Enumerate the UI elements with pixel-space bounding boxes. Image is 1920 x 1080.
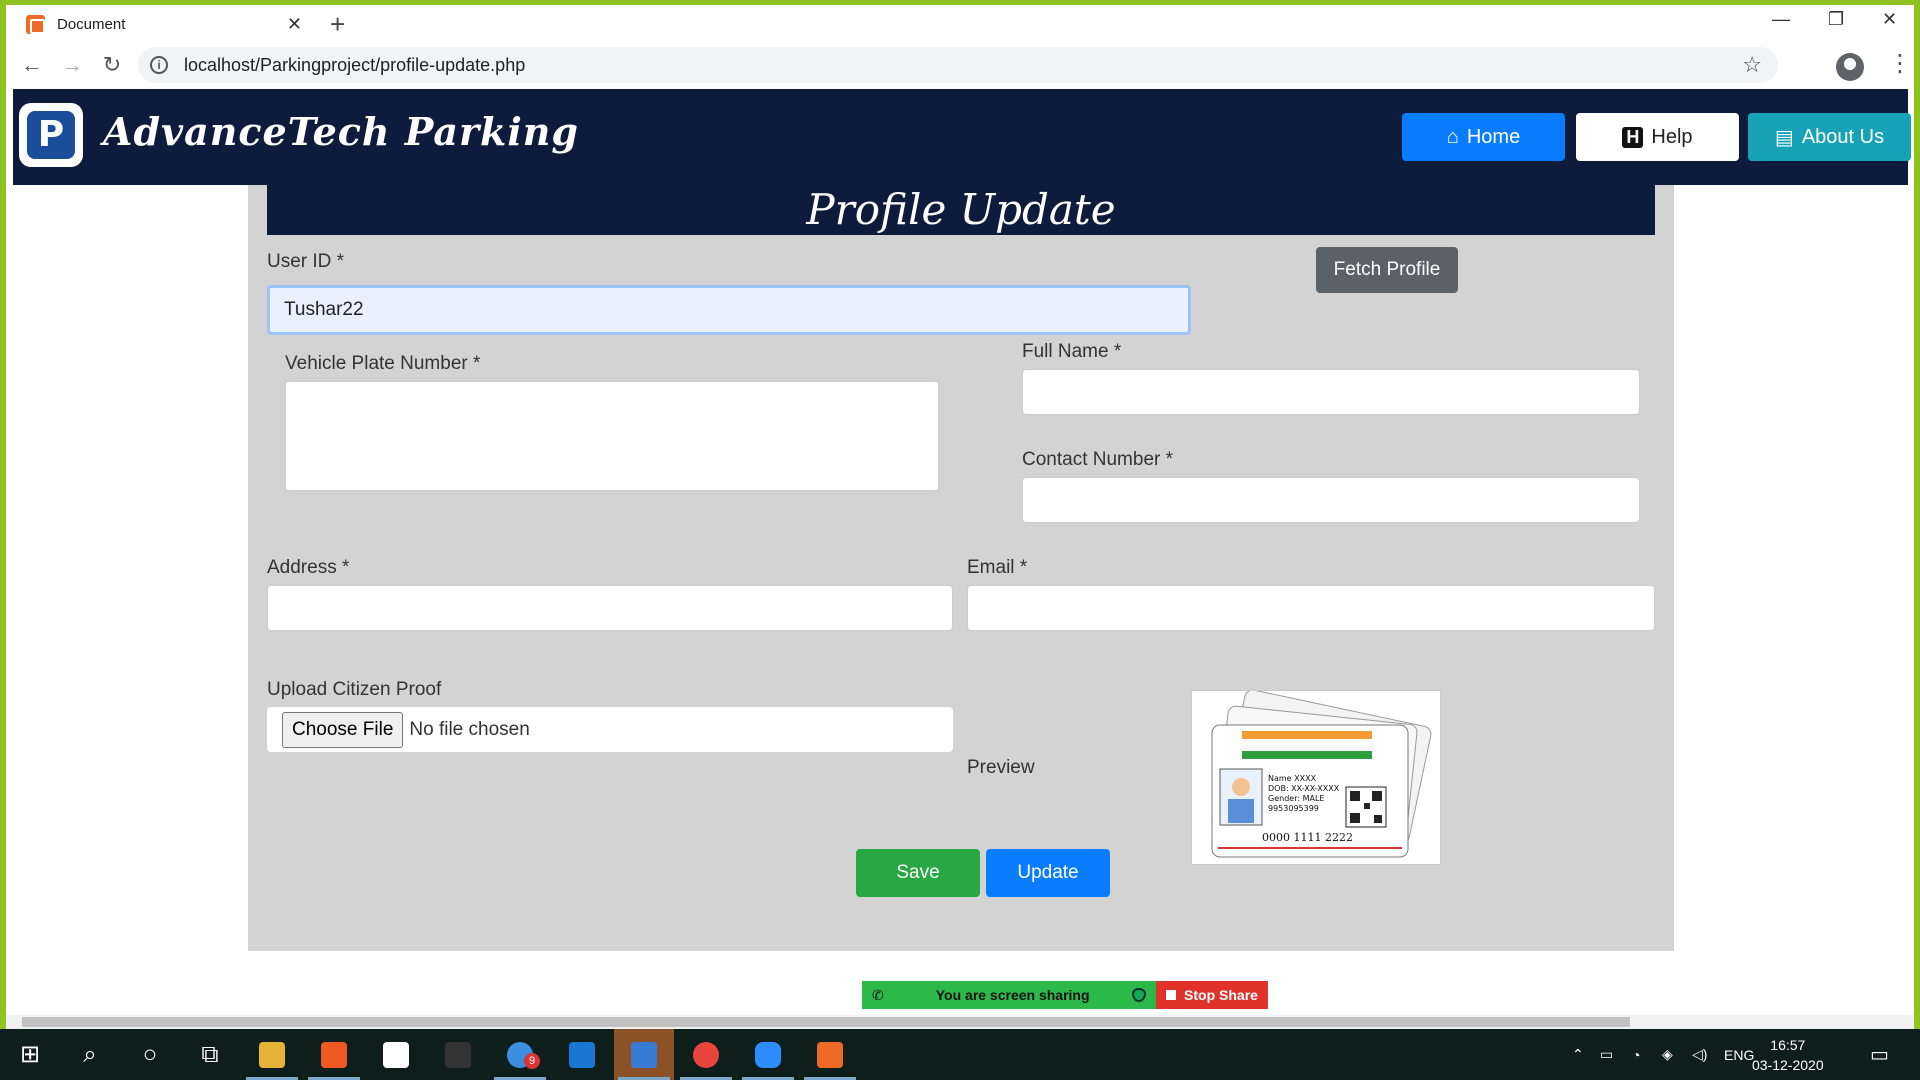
chrome-badge-icon[interactable]: 9 xyxy=(490,1029,550,1080)
card-gender: Gender: MALE xyxy=(1268,794,1324,803)
save-button[interactable]: Save xyxy=(856,849,980,897)
shield-icon xyxy=(1132,988,1146,1002)
forward-icon[interactable]: → xyxy=(52,52,92,78)
xampp-favicon-icon xyxy=(26,14,45,34)
browser-window: Document ✕ + — ❐ ✕ ← → ↻ i localhost/Par… xyxy=(6,5,1914,1029)
site-navbar: P AdvanceTech Parking ⌂ Home H Help ▤ Ab… xyxy=(13,89,1911,185)
full-name-input[interactable] xyxy=(1022,369,1640,415)
vehicle-plate-input[interactable] xyxy=(285,381,939,491)
home-button[interactable]: ⌂ Home xyxy=(1402,113,1565,161)
chrome-icon[interactable] xyxy=(676,1029,736,1080)
zoom-icon[interactable] xyxy=(738,1029,798,1080)
windows-start-icon[interactable]: ⊞ xyxy=(0,1029,60,1080)
email-label: Email * xyxy=(967,557,1028,578)
volume-icon[interactable]: ◁) xyxy=(1692,1029,1707,1080)
close-window-button[interactable]: ✕ xyxy=(1882,9,1897,30)
notification-badge: 9 xyxy=(524,1053,540,1069)
phone-icon: ✆ xyxy=(872,986,884,1003)
page-content: P AdvanceTech Parking ⌂ Home H Help ▤ Ab… xyxy=(6,89,1914,1019)
help-label: Help xyxy=(1651,125,1693,148)
stop-share-label: Stop Share xyxy=(1184,987,1258,1003)
tab-strip: Document ✕ + — ❐ ✕ xyxy=(6,5,1914,41)
file-upload-field[interactable]: Choose File No file chosen xyxy=(267,707,953,752)
clock-date: 03-12-2020 xyxy=(1752,1057,1824,1073)
profile-form: Profile Update User ID * Fetch Profile V… xyxy=(248,185,1674,951)
citizen-proof-preview-image: Name XXXX DOB: XX-XX-XXXX Gender: MALE 9… xyxy=(1191,690,1441,865)
about-label: About Us xyxy=(1801,125,1885,148)
reload-icon[interactable]: ↻ xyxy=(92,52,132,78)
url-text: localhost/Parkingproject/profile-update.… xyxy=(184,54,526,75)
tab-close-icon[interactable]: ✕ xyxy=(287,14,302,35)
vehicle-plate-label: Vehicle Plate Number * xyxy=(285,353,481,374)
windows-taskbar: ⊞ ⌕ ○ ⧉ 9 ⌃ ▭ ◔ ◈ ◁) ENG 16:57 03-12-202… xyxy=(0,1029,1920,1080)
dropbox-icon[interactable]: ◈ xyxy=(1662,1029,1673,1080)
language-indicator[interactable]: ENG xyxy=(1724,1029,1754,1080)
form-title: Profile Update xyxy=(267,185,1655,235)
tray-chevron-icon[interactable]: ⌃ xyxy=(1572,1029,1584,1080)
notepad-icon[interactable] xyxy=(552,1029,612,1080)
parking-logo: P xyxy=(19,103,83,167)
card-number: 0000 1111 2222 xyxy=(1262,831,1353,844)
clock-time: 16:57 xyxy=(1770,1037,1806,1053)
browser-tab[interactable]: Document ✕ xyxy=(14,7,314,41)
photos-icon[interactable] xyxy=(614,1029,674,1080)
wifi-icon[interactable]: ◔ xyxy=(1632,1029,1640,1080)
screen-share-message: ✆ You are screen sharing xyxy=(862,981,1156,1009)
notification-center-icon[interactable]: ▭ xyxy=(1870,1029,1889,1080)
bookmark-star-icon[interactable]: ☆ xyxy=(1742,52,1762,78)
user-id-input[interactable] xyxy=(267,285,1191,335)
upload-proof-label: Upload Citizen Proof xyxy=(267,679,442,700)
card-name: Name XXXX xyxy=(1268,774,1317,783)
contact-number-input[interactable] xyxy=(1022,477,1640,523)
preview-label: Preview xyxy=(967,757,1035,778)
horizontal-scrollbar[interactable] xyxy=(6,1015,1914,1029)
home-label: Home xyxy=(1466,125,1521,148)
id-card-icon: ▤ xyxy=(1774,126,1794,149)
back-icon[interactable]: ← xyxy=(12,52,52,78)
browser-toolbar: ← → ↻ i localhost/Parkingproject/profile… xyxy=(6,41,1914,89)
card-phone: 9953095399 xyxy=(1268,804,1319,813)
screen-share-bar: ✆ You are screen sharing Stop Share xyxy=(862,981,1268,1009)
cortana-icon[interactable]: ○ xyxy=(120,1029,180,1080)
update-button[interactable]: Update xyxy=(986,849,1110,897)
about-us-button[interactable]: ▤ About Us xyxy=(1748,113,1911,161)
help-icon: H xyxy=(1622,126,1644,148)
xampp-icon[interactable] xyxy=(800,1029,860,1080)
site-info-icon[interactable]: i xyxy=(150,56,168,74)
task-view-icon[interactable]: ⧉ xyxy=(180,1029,240,1080)
help-button[interactable]: H Help xyxy=(1576,113,1739,161)
fetch-profile-button[interactable]: Fetch Profile xyxy=(1316,247,1458,293)
clock[interactable]: 16:57 03-12-2020 xyxy=(1752,1035,1824,1075)
id-card-graphic: Name XXXX DOB: XX-XX-XXXX Gender: MALE 9… xyxy=(1192,691,1440,864)
address-input[interactable] xyxy=(267,585,953,631)
brand-title: AdvanceTech Parking xyxy=(103,109,579,154)
user-id-label: User ID * xyxy=(267,251,345,272)
tab-title: Document xyxy=(57,15,126,33)
minimize-button[interactable]: — xyxy=(1772,9,1790,30)
no-file-text: No file chosen xyxy=(409,718,530,740)
stop-share-button[interactable]: Stop Share xyxy=(1156,981,1268,1009)
contact-number-label: Contact Number * xyxy=(1022,449,1174,470)
file-explorer-icon[interactable] xyxy=(242,1029,302,1080)
choose-file-button[interactable]: Choose File xyxy=(282,711,404,748)
scrollbar-thumb[interactable] xyxy=(22,1017,1630,1027)
email-input[interactable] xyxy=(967,585,1655,631)
new-tab-button[interactable]: + xyxy=(330,9,345,40)
profile-avatar-icon[interactable] xyxy=(1836,53,1864,81)
stop-square-icon xyxy=(1166,990,1177,1000)
card-dob: DOB: XX-XX-XXXX xyxy=(1268,784,1340,793)
address-label: Address * xyxy=(267,557,350,578)
predator-sense-icon[interactable] xyxy=(428,1029,488,1080)
logo-letter: P xyxy=(27,111,75,159)
restore-button[interactable]: ❐ xyxy=(1828,9,1844,30)
store-icon[interactable] xyxy=(366,1029,426,1080)
search-icon[interactable]: ⌕ xyxy=(60,1029,120,1080)
address-bar[interactable]: i localhost/Parkingproject/profile-updat… xyxy=(138,47,1778,83)
home-icon: ⌂ xyxy=(1446,125,1459,148)
menu-dots-icon[interactable]: ⋮ xyxy=(1888,49,1912,78)
full-name-label: Full Name * xyxy=(1022,341,1122,362)
screen-share-text: You are screen sharing xyxy=(935,987,1090,1003)
battery-icon[interactable]: ▭ xyxy=(1600,1029,1613,1080)
brave-browser-icon[interactable] xyxy=(304,1029,364,1080)
